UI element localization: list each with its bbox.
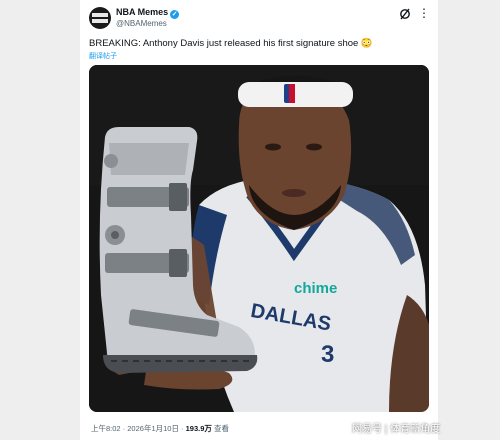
tweet-timestamp[interactable]: 上午8:02 · 2026年1月10日 · [91,424,186,433]
jersey-number: 3 [321,341,334,368]
jersey-brand: chime [294,280,337,297]
avatar[interactable] [89,7,111,29]
more-options-icon[interactable]: ⋮ [418,6,431,20]
account-name-row[interactable]: NBA Memes ✓ [116,7,180,19]
verified-badge-icon: ✓ [170,10,180,19]
views-count: 193.9万 [185,424,212,433]
account-handle[interactable]: @NBAMemes [116,19,167,28]
avatar-logo-bar [92,19,108,23]
headband [238,82,353,107]
tweet-text: BREAKING: Anthony Davis just released hi… [89,38,373,49]
translate-link[interactable]: 翻译帖子 [89,51,117,61]
grok-icon[interactable] [399,8,411,20]
views-label: 查看 [211,424,229,433]
tweet-meta: 上午8:02 · 2026年1月10日 · 193.9万 查看 [91,423,229,434]
source-watermark: 网易号 | 体育新角度 [352,424,441,435]
avatar-logo-bar [92,13,108,17]
account-name[interactable]: NBA Memes [116,7,168,17]
tweet-photo[interactable]: chime DALLAS 3 [89,65,429,412]
photo-illustration: chime DALLAS 3 [89,65,429,412]
